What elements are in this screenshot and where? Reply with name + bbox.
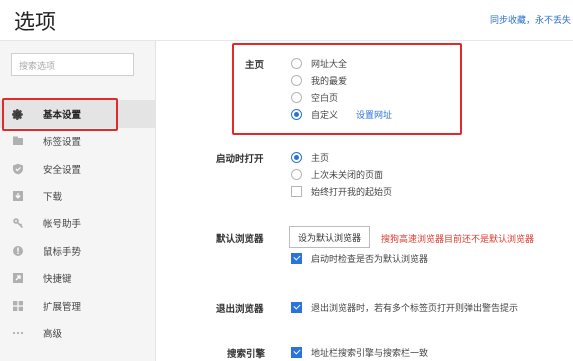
sync-link[interactable]: 同步收藏，永不丢失 xyxy=(490,13,571,26)
startup-label: 启动时打开 xyxy=(216,154,264,165)
radio-button-selected[interactable] xyxy=(291,151,302,163)
startup-option-1[interactable]: 主页 xyxy=(291,150,329,164)
search-engine-label: 搜索引擎 xyxy=(227,349,266,360)
homepage-option-2[interactable]: 我的最爱 xyxy=(291,73,347,87)
shield-icon xyxy=(12,163,24,175)
checkbox-checked[interactable] xyxy=(291,301,302,313)
option-label: 网址大全 xyxy=(311,59,348,70)
option-label: 我的最爱 xyxy=(311,76,348,87)
checkbox-checked[interactable] xyxy=(291,252,302,264)
settings-panel: 主页 网址大全 我的最爱 空白页 自定义 设置网址 启动时打开 主页 上次未关闭… xyxy=(157,41,573,361)
header: 选项 同步收藏，永不丢失 xyxy=(0,0,573,40)
mouse-icon xyxy=(12,245,24,257)
checkbox-label: 启动时检查是否为默认浏览器 xyxy=(311,254,429,265)
option-label: 上次未关闭的页面 xyxy=(311,170,384,181)
default-browser-label: 默认浏览器 xyxy=(216,234,264,245)
sidebar-item-account-assistant[interactable]: 帐号助手 xyxy=(0,209,156,237)
startup-checkbox[interactable]: 始终打开我的起始页 xyxy=(291,184,392,198)
check-default-checkbox[interactable]: 启动时检查是否为默认浏览器 xyxy=(291,251,428,265)
default-browser-warning: 搜狗高速浏览器目前还不是默认浏览器 xyxy=(381,235,535,245)
tab-icon xyxy=(12,135,24,147)
radio-button-selected[interactable] xyxy=(291,108,302,120)
sidebar-item-download[interactable]: 下载 xyxy=(0,182,156,210)
option-label: 自定义 xyxy=(311,110,339,121)
sidebar-item-label: 高级 xyxy=(43,329,63,340)
download-icon xyxy=(12,190,24,202)
checkbox-label: 地址栏搜索引擎与搜索栏一致 xyxy=(311,348,429,359)
startup-option-2[interactable]: 上次未关闭的页面 xyxy=(291,167,383,181)
sidebar-item-tab-settings[interactable]: 标签设置 xyxy=(0,127,156,155)
sidebar-item-extension-manage[interactable]: 扩展管理 xyxy=(0,292,156,320)
search-box[interactable] xyxy=(11,53,134,78)
option-label: 主页 xyxy=(311,153,330,164)
sidebar-item-label: 帐号助手 xyxy=(43,219,82,230)
radio-button[interactable] xyxy=(291,168,302,180)
checkbox-checked[interactable] xyxy=(291,346,302,358)
checkbox-label: 退出浏览器时，若有多个标签页打开则弹出警告提示 xyxy=(311,303,519,314)
checkbox-label: 始终打开我的起始页 xyxy=(311,187,393,198)
sidebar-item-label: 快捷键 xyxy=(43,274,72,285)
radio-button[interactable] xyxy=(291,57,302,69)
exit-warning-checkbox[interactable]: 退出浏览器时，若有多个标签页打开则弹出警告提示 xyxy=(291,300,518,314)
set-default-browser-button[interactable]: 设为默认浏览器 xyxy=(289,226,371,248)
homepage-label: 主页 xyxy=(245,60,265,71)
sidebar-item-advanced[interactable]: 高级 xyxy=(0,319,156,347)
page-title: 选项 xyxy=(14,10,56,34)
shortcut-icon xyxy=(12,272,24,284)
sidebar-item-mouse-gesture[interactable]: 鼠标手势 xyxy=(0,237,156,265)
radio-button[interactable] xyxy=(291,74,302,86)
homepage-option-4[interactable]: 自定义 设置网址 xyxy=(291,107,392,121)
homepage-option-3[interactable]: 空白页 xyxy=(291,90,338,104)
sidebar-item-label: 下载 xyxy=(43,192,63,203)
sidebar-item-label: 安全设置 xyxy=(43,165,82,176)
sidebar: 基本设置 标签设置 安全设置 下载 帐号助手 鼠标手势 快 xyxy=(0,41,156,361)
sidebar-item-label: 扩展管理 xyxy=(43,302,82,313)
sidebar-item-security-settings[interactable]: 安全设置 xyxy=(0,155,156,183)
checkbox[interactable] xyxy=(291,185,302,197)
sidebar-item-shortcut[interactable]: 快捷键 xyxy=(0,264,156,292)
option-label: 空白页 xyxy=(311,93,339,104)
homepage-option-1[interactable]: 网址大全 xyxy=(291,56,347,70)
more-icon xyxy=(12,327,24,339)
exit-browser-label: 退出浏览器 xyxy=(216,304,264,315)
sidebar-item-label: 标签设置 xyxy=(43,137,82,148)
key-icon xyxy=(12,217,24,229)
radio-button[interactable] xyxy=(291,91,302,103)
sidebar-item-label: 鼠标手势 xyxy=(43,247,82,258)
set-url-link[interactable]: 设置网址 xyxy=(356,108,392,121)
extension-icon xyxy=(12,300,24,312)
search-input[interactable] xyxy=(12,56,133,78)
search-engine-checkbox[interactable]: 地址栏搜索引擎与搜索栏一致 xyxy=(291,345,428,359)
